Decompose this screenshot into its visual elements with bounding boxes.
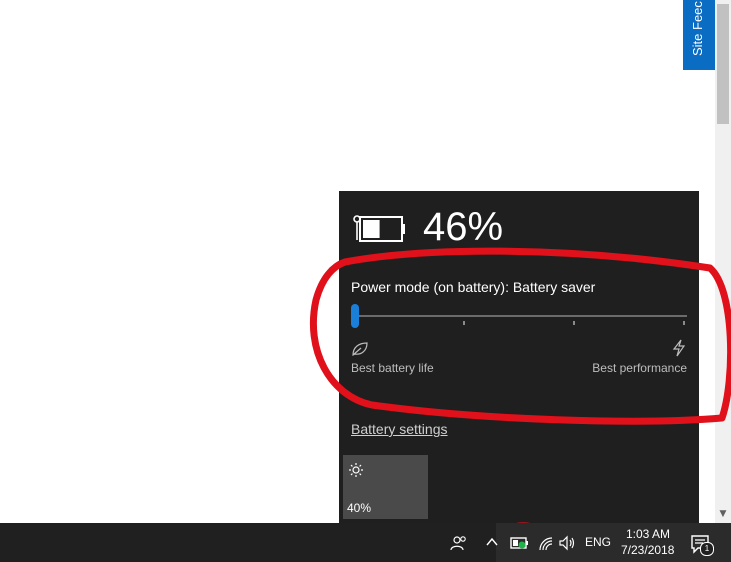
battery-tray-icon[interactable] <box>510 536 530 550</box>
taskbar: ENG 1:03 AM 7/23/2018 1 <box>0 523 731 562</box>
input-language[interactable]: ENG <box>585 535 611 549</box>
slider-tick <box>463 321 465 325</box>
wifi-icon[interactable] <box>538 534 554 552</box>
battery-settings-link[interactable]: Battery settings <box>351 421 448 437</box>
notification-count-badge: 1 <box>700 542 714 556</box>
page-scrollbar[interactable]: ▼ <box>715 0 731 523</box>
clock-date[interactable]: 7/23/2018 <box>621 543 674 557</box>
battery-flyout: 46% Power mode (on battery): Battery sav… <box>339 191 699 523</box>
brightness-quick-action[interactable]: 40% <box>343 455 428 519</box>
scrollbar-thumb[interactable] <box>717 4 729 124</box>
battery-percentage: 46% <box>423 205 504 249</box>
slider-tick <box>573 321 575 325</box>
leaf-icon <box>352 342 368 356</box>
clock-time[interactable]: 1:03 AM <box>626 527 670 541</box>
volume-icon[interactable] <box>558 535 576 551</box>
power-mode-label: Power mode (on battery): Battery saver <box>351 279 596 295</box>
battery-charging-icon <box>353 215 405 242</box>
brightness-value: 40% <box>347 501 372 515</box>
best-performance-label: Best performance <box>592 361 687 375</box>
scroll-down-arrow-icon[interactable]: ▼ <box>715 507 731 521</box>
site-feedback-tab[interactable]: Site Feec <box>683 0 715 70</box>
slider-tick <box>683 321 685 325</box>
sun-icon <box>349 463 363 477</box>
best-battery-life-label: Best battery life <box>351 361 434 375</box>
power-mode-slider[interactable] <box>351 315 687 317</box>
site-feedback-label: Site Feec <box>690 1 705 56</box>
chevron-up-icon[interactable] <box>486 537 498 547</box>
lightning-bolt-icon <box>672 339 686 357</box>
power-mode-slider-thumb[interactable] <box>351 304 359 328</box>
people-icon[interactable] <box>450 534 468 552</box>
